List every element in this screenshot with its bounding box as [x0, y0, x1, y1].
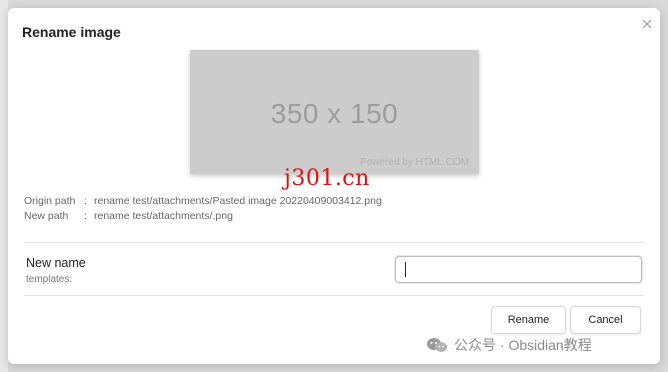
origin-path-value: rename test/attachments/Pasted image 202… [94, 195, 382, 207]
origin-path-label: Origin path [24, 195, 76, 207]
preview-credit-text: Powered by HTML.COM [360, 157, 469, 168]
preview-dimensions-text: 350 x 150 [270, 98, 399, 129]
origin-path-separator: : [84, 195, 87, 207]
new-path-value: rename test/attachments/.png [94, 210, 233, 222]
wechat-watermark-text: 公众号 · Obsidian教程 [454, 337, 592, 353]
new-name-input[interactable] [395, 256, 642, 283]
new-path-label: New path [24, 210, 69, 222]
new-path-separator: : [84, 210, 87, 222]
modal-title: Rename image [22, 24, 121, 40]
divider-top [24, 242, 644, 243]
rename-image-modal: Rename image 350 x 150 Powered by HTML.C… [8, 8, 660, 364]
wechat-watermark: 公众号 · Obsidian教程 [426, 335, 592, 355]
close-icon [642, 19, 652, 29]
backdrop-edge [0, 0, 8, 372]
image-preview: 350 x 150 Powered by HTML.COM [190, 50, 479, 174]
close-button[interactable] [640, 18, 654, 32]
text-caret [405, 262, 406, 277]
new-path-row: New path: rename test/attachments/.png [24, 210, 233, 222]
divider-bottom [24, 295, 644, 296]
origin-path-row: Origin path: rename test/attachments/Past… [24, 195, 382, 207]
watermark-site-text: j301.cn [284, 166, 370, 191]
new-name-description: templates: [26, 274, 73, 285]
wechat-icon [427, 338, 447, 352]
rename-button[interactable]: Rename [491, 306, 566, 334]
cancel-button[interactable]: Cancel [570, 306, 641, 334]
new-name-label: New name [26, 256, 86, 270]
